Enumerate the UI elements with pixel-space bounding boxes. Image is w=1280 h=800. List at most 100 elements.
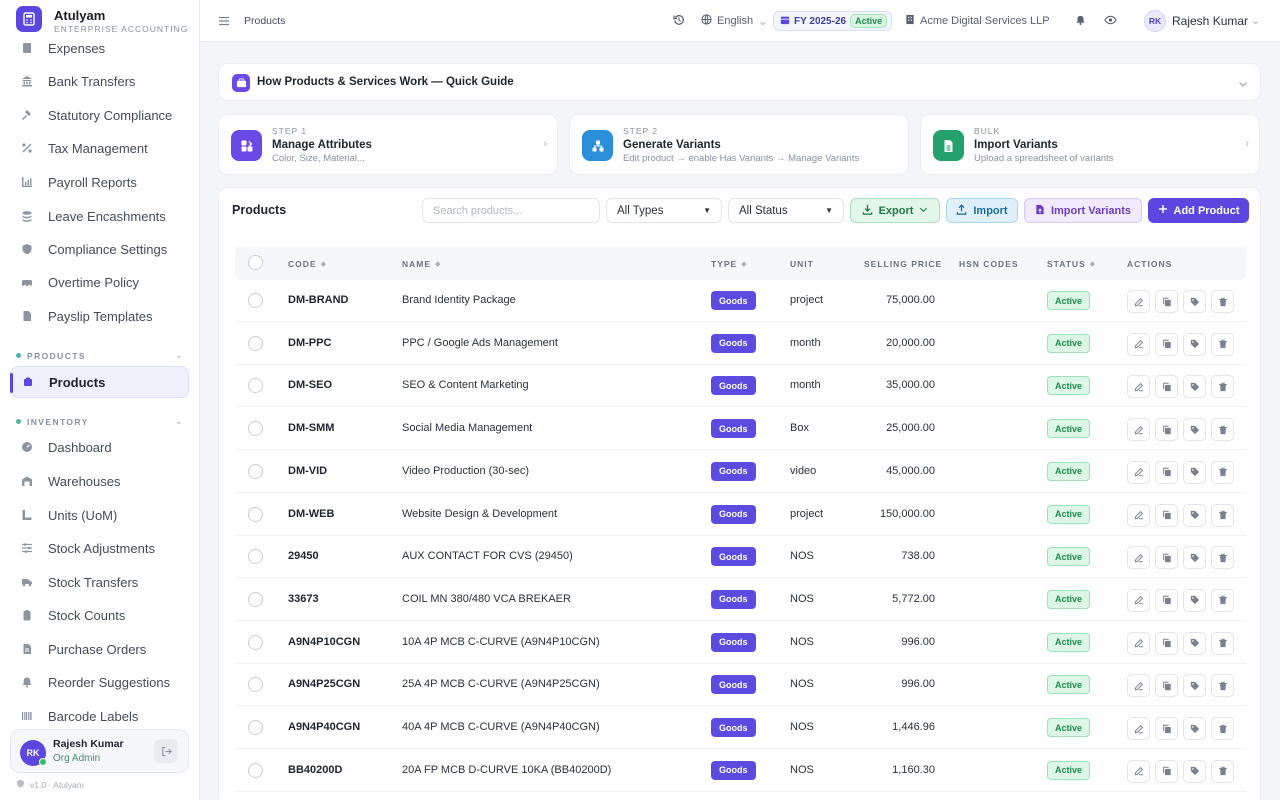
- edit-button[interactable]: [1127, 588, 1150, 612]
- row-checkbox[interactable]: [248, 549, 263, 565]
- column-header-status[interactable]: STATUS ◆: [1047, 259, 1096, 269]
- sidebar-item-purchase-orders[interactable]: Purchase Orders: [10, 633, 189, 665]
- pricing-tag-button[interactable]: [1183, 460, 1206, 484]
- delete-button[interactable]: [1211, 290, 1234, 313]
- edit-button[interactable]: [1127, 674, 1150, 698]
- select-all-checkbox[interactable]: [248, 255, 263, 270]
- pricing-tag-button[interactable]: [1183, 546, 1206, 570]
- fiscal-year-selector[interactable]: FY 2025-26 Active: [773, 11, 893, 31]
- step-card-import-variants[interactable]: BULK Import Variants Upload a spreadshee…: [920, 114, 1260, 175]
- pricing-tag-button[interactable]: [1183, 375, 1206, 399]
- sidebar-item-statutory-compliance[interactable]: Statutory Compliance: [10, 99, 189, 131]
- pricing-tag-button[interactable]: [1183, 588, 1206, 612]
- duplicate-button[interactable]: [1155, 717, 1178, 740]
- duplicate-button[interactable]: [1155, 674, 1178, 698]
- table-row[interactable]: BB40200D 20A FP MCB D-CURVE 10KA (BB4020…: [235, 750, 1246, 792]
- brand[interactable]: Atulyam ENTERPRISE ACCOUNTING: [0, 0, 199, 40]
- duplicate-button[interactable]: [1155, 290, 1178, 313]
- edit-button[interactable]: [1127, 759, 1150, 783]
- notification-bell-icon[interactable]: [1075, 14, 1086, 26]
- product-name[interactable]: Social Media Management: [402, 422, 532, 434]
- product-name[interactable]: 10A 4P MCB C-CURVE (A9N4P10CGN): [402, 636, 600, 648]
- type-filter-select[interactable]: All Types ▼: [606, 198, 722, 223]
- delete-button[interactable]: [1211, 674, 1234, 698]
- add-product-button[interactable]: Add Product: [1148, 198, 1249, 223]
- import-variants-button[interactable]: Import Variants: [1024, 198, 1142, 223]
- delete-button[interactable]: [1211, 503, 1234, 527]
- history-icon[interactable]: [673, 14, 685, 26]
- row-checkbox[interactable]: [248, 463, 263, 479]
- duplicate-button[interactable]: [1155, 332, 1178, 356]
- duplicate-button[interactable]: [1155, 375, 1178, 399]
- sidebar-item-bank-transfers[interactable]: Bank Transfers: [10, 65, 189, 97]
- table-row[interactable]: DM-BRAND Brand Identity Package Goods pr…: [235, 280, 1246, 322]
- sidebar-user-card[interactable]: RK Rajesh Kumar Org Admin: [10, 729, 189, 773]
- delete-button[interactable]: [1211, 460, 1234, 484]
- sidebar-item-overtime-policy[interactable]: Overtime Policy: [10, 266, 189, 298]
- product-name[interactable]: COIL MN 380/480 VCA BREKAER: [402, 593, 571, 605]
- pricing-tag-button[interactable]: [1183, 332, 1206, 356]
- sidebar-item-stock-counts[interactable]: Stock Counts: [10, 599, 189, 631]
- sidebar-item-stock-adjustments[interactable]: Stock Adjustments: [10, 532, 189, 564]
- avatar[interactable]: RK: [1144, 10, 1166, 32]
- row-checkbox[interactable]: [248, 720, 263, 735]
- column-header-code[interactable]: CODE ◆: [288, 259, 327, 269]
- column-header-name[interactable]: NAME ◆: [402, 259, 441, 269]
- column-header-type[interactable]: TYPE ◆: [711, 259, 748, 269]
- header-user-name[interactable]: Rajesh Kumar: [1172, 14, 1248, 28]
- chevron-down-icon[interactable]: ⌄: [1251, 14, 1260, 27]
- step-card-manage-attributes[interactable]: STEP 1 Manage Attributes Color, Size, Ma…: [218, 114, 558, 175]
- sidebar-item-barcode-labels[interactable]: Barcode Labels: [10, 700, 189, 732]
- table-row[interactable]: DM-PPC PPC / Google Ads Management Goods…: [235, 323, 1246, 365]
- product-name[interactable]: Brand Identity Package: [402, 294, 516, 306]
- duplicate-button[interactable]: [1155, 546, 1178, 570]
- edit-button[interactable]: [1127, 631, 1150, 655]
- import-button[interactable]: Import: [946, 198, 1018, 223]
- sidebar-item-compliance-settings[interactable]: Compliance Settings: [10, 233, 189, 265]
- pricing-tag-button[interactable]: [1183, 503, 1206, 527]
- table-row[interactable]: A9N4P40CGN 40A 4P MCB C-CURVE (A9N4P40CG…: [235, 707, 1246, 749]
- table-row[interactable]: DM-SEO SEO & Content Marketing Goods mon…: [235, 365, 1246, 408]
- product-name[interactable]: 25A 4P MCB C-CURVE (A9N4P25CGN): [402, 678, 600, 690]
- sidebar-item-stock-transfers[interactable]: Stock Transfers: [10, 566, 189, 598]
- table-row[interactable]: A9N4P10CGN 10A 4P MCB C-CURVE (A9N4P10CG…: [235, 622, 1246, 664]
- delete-button[interactable]: [1211, 717, 1234, 740]
- duplicate-button[interactable]: [1155, 759, 1178, 783]
- table-row[interactable]: 33673 COIL MN 380/480 VCA BREKAER Goods …: [235, 579, 1246, 621]
- row-checkbox[interactable]: [248, 506, 263, 522]
- delete-button[interactable]: [1211, 375, 1234, 399]
- sidebar-item-units[interactable]: Units (UoM): [10, 499, 189, 531]
- table-row[interactable]: A9N4P25CGN 25A 4P MCB C-CURVE (A9N4P25CG…: [235, 664, 1246, 707]
- delete-button[interactable]: [1211, 759, 1234, 783]
- row-checkbox[interactable]: [248, 762, 263, 778]
- sidebar-item-dashboard[interactable]: Dashboard: [10, 431, 189, 463]
- pricing-tag-button[interactable]: [1183, 418, 1206, 442]
- duplicate-button[interactable]: [1155, 588, 1178, 612]
- sidebar-item-products[interactable]: Products: [10, 366, 189, 398]
- edit-button[interactable]: [1127, 717, 1150, 740]
- sidebar-item-payroll-reports[interactable]: Payroll Reports: [10, 166, 189, 198]
- section-inventory[interactable]: INVENTORY ⌄: [16, 416, 184, 427]
- delete-button[interactable]: [1211, 588, 1234, 612]
- edit-button[interactable]: [1127, 290, 1150, 313]
- product-name[interactable]: AUX CONTACT FOR CVS (29450): [402, 550, 573, 562]
- edit-button[interactable]: [1127, 418, 1150, 442]
- product-name[interactable]: Website Design & Development: [402, 508, 557, 520]
- product-name[interactable]: Video Production (30-sec): [402, 465, 529, 477]
- pricing-tag-button[interactable]: [1183, 631, 1206, 655]
- row-checkbox[interactable]: [248, 634, 263, 650]
- product-name[interactable]: SEO & Content Marketing: [402, 379, 529, 391]
- edit-button[interactable]: [1127, 332, 1150, 356]
- pricing-tag-button[interactable]: [1183, 759, 1206, 783]
- duplicate-button[interactable]: [1155, 503, 1178, 527]
- step-card-generate-variants[interactable]: STEP 2 Generate Variants Edit product → …: [569, 114, 909, 175]
- edit-button[interactable]: [1127, 460, 1150, 484]
- pricing-tag-button[interactable]: [1183, 290, 1206, 313]
- duplicate-button[interactable]: [1155, 418, 1178, 442]
- pricing-tag-button[interactable]: [1183, 717, 1206, 740]
- sidebar-item-payslip-templates[interactable]: Payslip Templates: [10, 300, 189, 332]
- company-selector[interactable]: Acme Digital Services LLP: [905, 14, 1050, 28]
- table-row[interactable]: DM-VID Video Production (30-sec) Goods v…: [235, 451, 1246, 493]
- delete-button[interactable]: [1211, 332, 1234, 356]
- duplicate-button[interactable]: [1155, 460, 1178, 484]
